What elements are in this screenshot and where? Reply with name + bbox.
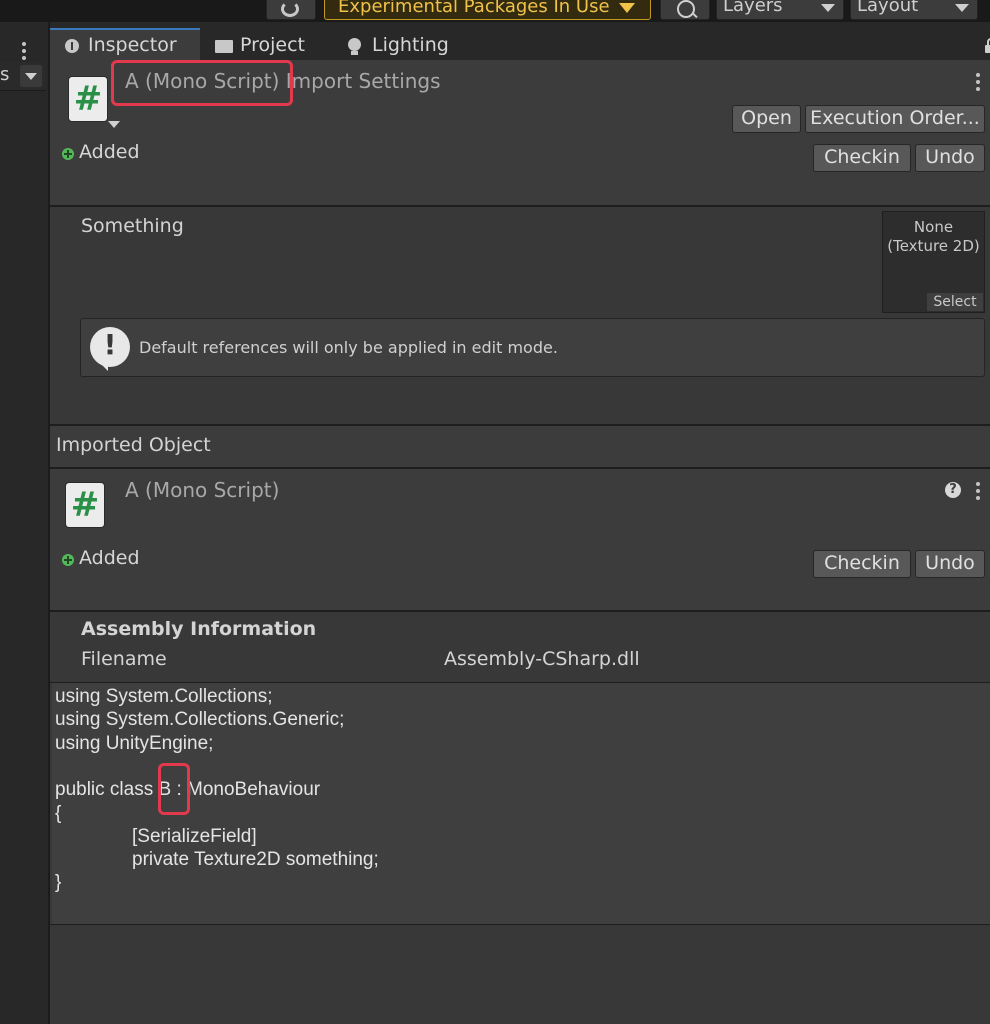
tab-lighting-label: Lighting [372, 34, 449, 56]
left-search-field[interactable]: s [0, 62, 46, 91]
undo-button[interactable]: Undo [915, 550, 985, 578]
inspector-empty-area [50, 925, 990, 1024]
help-box: ! Default references will only be applie… [80, 318, 985, 377]
imported-object-name: A (Mono Script) [125, 478, 280, 502]
search-dropdown-button[interactable] [20, 65, 42, 87]
annotation-highlight-class [158, 763, 190, 815]
code-line: using System.Collections.Generic; [55, 709, 345, 730]
history-icon [281, 1, 299, 17]
assembly-information: Assembly Information Filename Assembly-C… [50, 612, 990, 682]
help-icon[interactable]: ? [945, 482, 961, 498]
tab-project[interactable]: Project [200, 30, 328, 60]
bulb-icon [348, 38, 361, 55]
search-icon [677, 0, 695, 18]
search-button[interactable] [660, 0, 710, 20]
vcs-status: Added [79, 547, 140, 569]
imported-object-inspector-header: # A (Mono Script) ? Added Checkin Undo [50, 469, 990, 610]
code-line: } [55, 872, 62, 893]
texture-object-value: None (Texture 2D) [887, 218, 980, 255]
inspector-tab-bar: Inspector Project Lighting [50, 22, 990, 62]
folder-icon [215, 40, 233, 53]
help-message: Default references will only be applied … [139, 338, 558, 357]
filename-value: Assembly-CSharp.dll [444, 648, 640, 670]
main-toolbar: Experimental Packages In Use Layers Layo… [0, 0, 990, 22]
added-status-icon [62, 148, 74, 160]
import-settings-body: Something None (Texture 2D) Select ! Def… [50, 207, 990, 424]
checkin-button[interactable]: Checkin [813, 550, 911, 578]
tab-lighting[interactable]: Lighting [330, 30, 470, 60]
layout-label: Layout [857, 0, 919, 16]
dropdown-arrow-icon [619, 3, 635, 13]
tab-inspector[interactable]: Inspector [50, 28, 200, 62]
lock-icon[interactable] [985, 38, 990, 53]
code-line: using System.Collections; [55, 686, 273, 707]
texture-object-field[interactable]: None (Texture 2D) Select [882, 211, 985, 313]
select-button[interactable]: Select [927, 293, 983, 311]
header-title-suffix: Import Settings [279, 69, 441, 93]
tab-project-label: Project [240, 34, 306, 56]
script-icon: # [66, 483, 104, 527]
script-icon: # [69, 77, 107, 121]
chevron-down-icon [25, 73, 37, 80]
chevron-down-icon [955, 4, 969, 12]
layers-dropdown[interactable]: Layers [716, 0, 844, 20]
experimental-packages-label: Experimental Packages In Use [338, 0, 610, 17]
undo-button[interactable]: Undo [915, 144, 985, 172]
layout-dropdown[interactable]: Layout [850, 0, 978, 20]
chevron-down-icon [821, 4, 835, 12]
imported-object-header: Imported Object [50, 426, 990, 467]
code-line: using UnityEngine; [55, 733, 214, 754]
filename-label: Filename [81, 648, 167, 670]
left-search-text: s [0, 64, 10, 85]
experimental-packages-button[interactable]: Experimental Packages In Use [324, 0, 651, 20]
import-settings-header: # A (Mono Script) Import Settings Open E… [50, 60, 990, 205]
checkin-button[interactable]: Checkin [813, 144, 911, 172]
code-line: private Texture2D something; [132, 849, 379, 870]
script-preview: using System.Collections; using System.C… [52, 683, 990, 924]
history-button[interactable] [266, 0, 316, 20]
added-status-icon [62, 554, 74, 566]
left-panel: s [0, 22, 48, 1024]
chevron-down-icon[interactable] [108, 121, 120, 128]
imported-object-title: Imported Object [56, 434, 211, 456]
more-options-icon[interactable] [976, 73, 980, 94]
assembly-info-heading: Assembly Information [81, 618, 317, 640]
open-button[interactable]: Open [732, 105, 801, 133]
tab-inspector-label: Inspector [88, 34, 177, 56]
vcs-status: Added [79, 141, 140, 163]
panel-menu-icon[interactable] [22, 42, 26, 60]
more-options-icon[interactable] [976, 482, 980, 503]
code-line: { [55, 803, 62, 824]
layers-label: Layers [723, 0, 783, 16]
warning-icon: ! [90, 327, 130, 371]
code-line: [SerializeField] [132, 826, 257, 847]
annotation-highlight-title [111, 60, 293, 106]
execution-order-button[interactable]: Execution Order... [805, 105, 985, 133]
something-field-label: Something [81, 215, 184, 237]
info-icon [65, 39, 79, 53]
